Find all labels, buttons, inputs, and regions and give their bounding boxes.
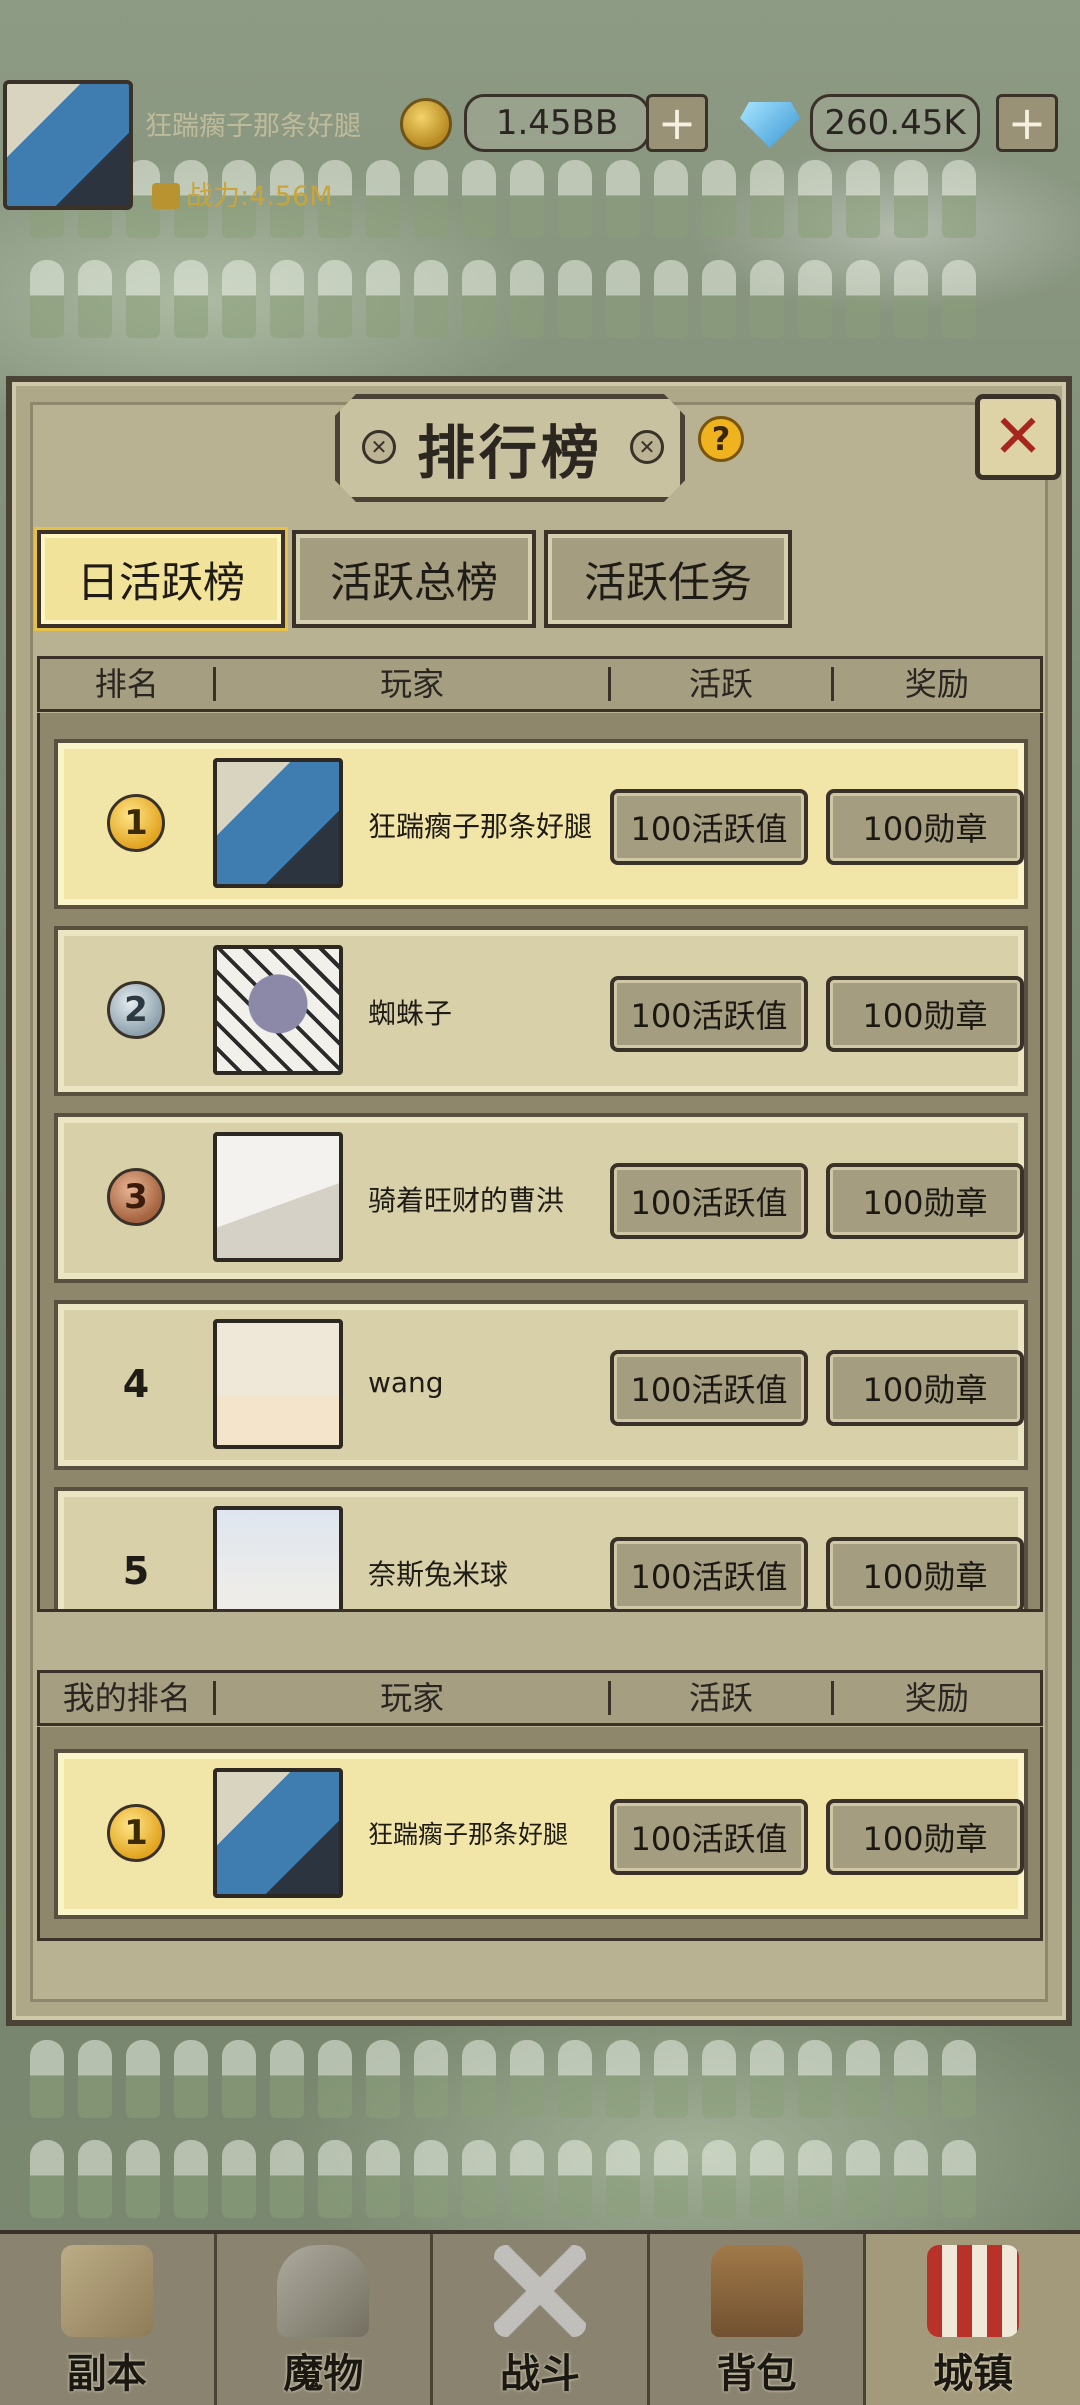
gem-amount: 260.45K (810, 94, 980, 152)
add-gems-button[interactable]: + (996, 94, 1058, 152)
avatar[interactable] (213, 945, 343, 1075)
town-shop-icon (927, 2245, 1020, 2337)
title-bolt-icon: ✕ (630, 430, 664, 464)
tab-daily-activity[interactable]: 日活跃榜 (37, 530, 285, 628)
header-activity: 活跃 (611, 667, 834, 701)
reward-value: 100勋章 (826, 1537, 1024, 1609)
activity-value: 100活跃值 (610, 1350, 808, 1426)
avatar[interactable] (213, 1768, 343, 1898)
rank-number: 1 (124, 803, 148, 843)
reward-value: 100勋章 (826, 1799, 1024, 1875)
gold-coin-icon (400, 98, 452, 150)
bottom-navigation: 副本 魔物 战斗 背包 城镇 (0, 2230, 1080, 2405)
my-rank-row[interactable]: 1 狂踹瘸子那条好腿 100活跃值 100勋章 (54, 1749, 1028, 1919)
nav-label: 副本 (66, 2351, 147, 2397)
gold-amount: 1.45BB (464, 94, 650, 152)
activity-value: 100活跃值 (610, 1537, 808, 1609)
avatar[interactable] (213, 758, 343, 888)
nav-label: 城镇 (933, 2351, 1014, 2397)
silver-medal-icon: 2 (107, 981, 165, 1039)
leaderboard-row[interactable]: 4 wang 100活跃值 100勋章 (54, 1300, 1028, 1470)
my-rank-area: 1 狂踹瘸子那条好腿 100活跃值 100勋章 (37, 1727, 1043, 1941)
map-icon (60, 2245, 153, 2337)
help-icon[interactable]: ? (698, 416, 744, 462)
header-rank: 排名 (40, 667, 217, 701)
player-avatar[interactable] (3, 80, 133, 210)
tree-row (0, 260, 1080, 350)
leaderboard-list[interactable]: 1 狂踹瘸子那条好腿 100活跃值 100勋章 2 蜘蛛子 100活跃值 100… (37, 713, 1043, 1612)
activity-value: 100活跃值 (610, 789, 808, 865)
top-status-bar: 狂踹瘸子那条好腿 战力:4.56M 1.45BB + 260.45K + (0, 80, 1080, 212)
leaderboard-header: 排名 玩家 活跃 奖励 (37, 656, 1043, 712)
nav-label: 战斗 (499, 2351, 580, 2397)
reward-value: 100勋章 (826, 976, 1024, 1052)
leaderboard-row[interactable]: 3 骑着旺财的曹洪 100活跃值 100勋章 (54, 1113, 1028, 1283)
activity-value: 100活跃值 (610, 1799, 808, 1875)
reward-value: 100勋章 (826, 1163, 1024, 1239)
tree-row (0, 2140, 1080, 2230)
gold-medal-icon: 1 (107, 1804, 165, 1862)
reward-value: 100勋章 (826, 1350, 1024, 1426)
leaderboard-row[interactable]: 2 蜘蛛子 100活跃值 100勋章 (54, 926, 1028, 1096)
rank-number: 1 (124, 1813, 148, 1853)
rank-number: 4 (122, 1362, 150, 1406)
nav-town[interactable]: 城镇 (866, 2234, 1080, 2405)
header-reward: 奖励 (904, 665, 969, 703)
avatar[interactable] (213, 1319, 343, 1449)
title-bolt-icon: ✕ (362, 430, 396, 464)
rank-number: 3 (124, 1177, 148, 1217)
avatar[interactable] (213, 1132, 343, 1262)
nav-battle[interactable]: 战斗 (433, 2234, 650, 2405)
rank-number: 5 (122, 1549, 150, 1593)
combat-power-text: 战力:4.56M (186, 181, 333, 212)
rank-cell: 3 (96, 1157, 176, 1237)
diamond-icon (740, 102, 800, 148)
crossed-swords-icon (493, 2245, 586, 2337)
rank-cell: 2 (96, 970, 176, 1050)
activity-value: 100活跃值 (610, 976, 808, 1052)
combat-power: 战力:4.56M (152, 174, 333, 213)
header-my-rank: 我的排名 (40, 1681, 217, 1715)
nav-monster[interactable]: 魔物 (217, 2234, 434, 2405)
nav-dungeon[interactable]: 副本 (0, 2234, 217, 2405)
backpack-icon (710, 2245, 803, 2337)
monster-helmet-icon (277, 2245, 370, 2337)
add-gold-button[interactable]: + (646, 94, 708, 152)
leaderboard-row[interactable]: 1 狂踹瘸子那条好腿 100活跃值 100勋章 (54, 739, 1028, 909)
panel-title: 排行榜 (416, 419, 603, 487)
tree-row (0, 2040, 1080, 2130)
activity-value: 100活跃值 (610, 1163, 808, 1239)
tab-total-activity[interactable]: 活跃总榜 (292, 530, 536, 628)
leaderboard-row[interactable]: 5 奈斯兔米球 100活跃值 100勋章 (54, 1487, 1028, 1609)
rank-cell: 1 (96, 783, 176, 863)
header-player: 玩家 (216, 667, 611, 701)
nav-backpack[interactable]: 背包 (650, 2234, 867, 2405)
header-player: 玩家 (216, 1681, 611, 1715)
avatar[interactable] (213, 1506, 343, 1609)
header-activity: 活跃 (611, 1681, 834, 1715)
header-reward: 奖励 (904, 1679, 969, 1717)
gold-medal-icon: 1 (107, 794, 165, 852)
rank-number: 2 (124, 990, 148, 1030)
nav-label: 魔物 (283, 2351, 364, 2397)
nav-label: 背包 (716, 2351, 797, 2397)
close-button[interactable]: ✕ (975, 394, 1061, 480)
rank-cell: 1 (96, 1793, 176, 1873)
player-name: 狂踹瘸子那条好腿 (145, 111, 361, 142)
power-icon (152, 183, 180, 209)
my-rank-header: 我的排名 玩家 活跃 奖励 (37, 1670, 1043, 1726)
bronze-medal-icon: 3 (107, 1168, 165, 1226)
reward-value: 100勋章 (826, 789, 1024, 865)
tab-activity-tasks[interactable]: 活跃任务 (544, 530, 792, 628)
